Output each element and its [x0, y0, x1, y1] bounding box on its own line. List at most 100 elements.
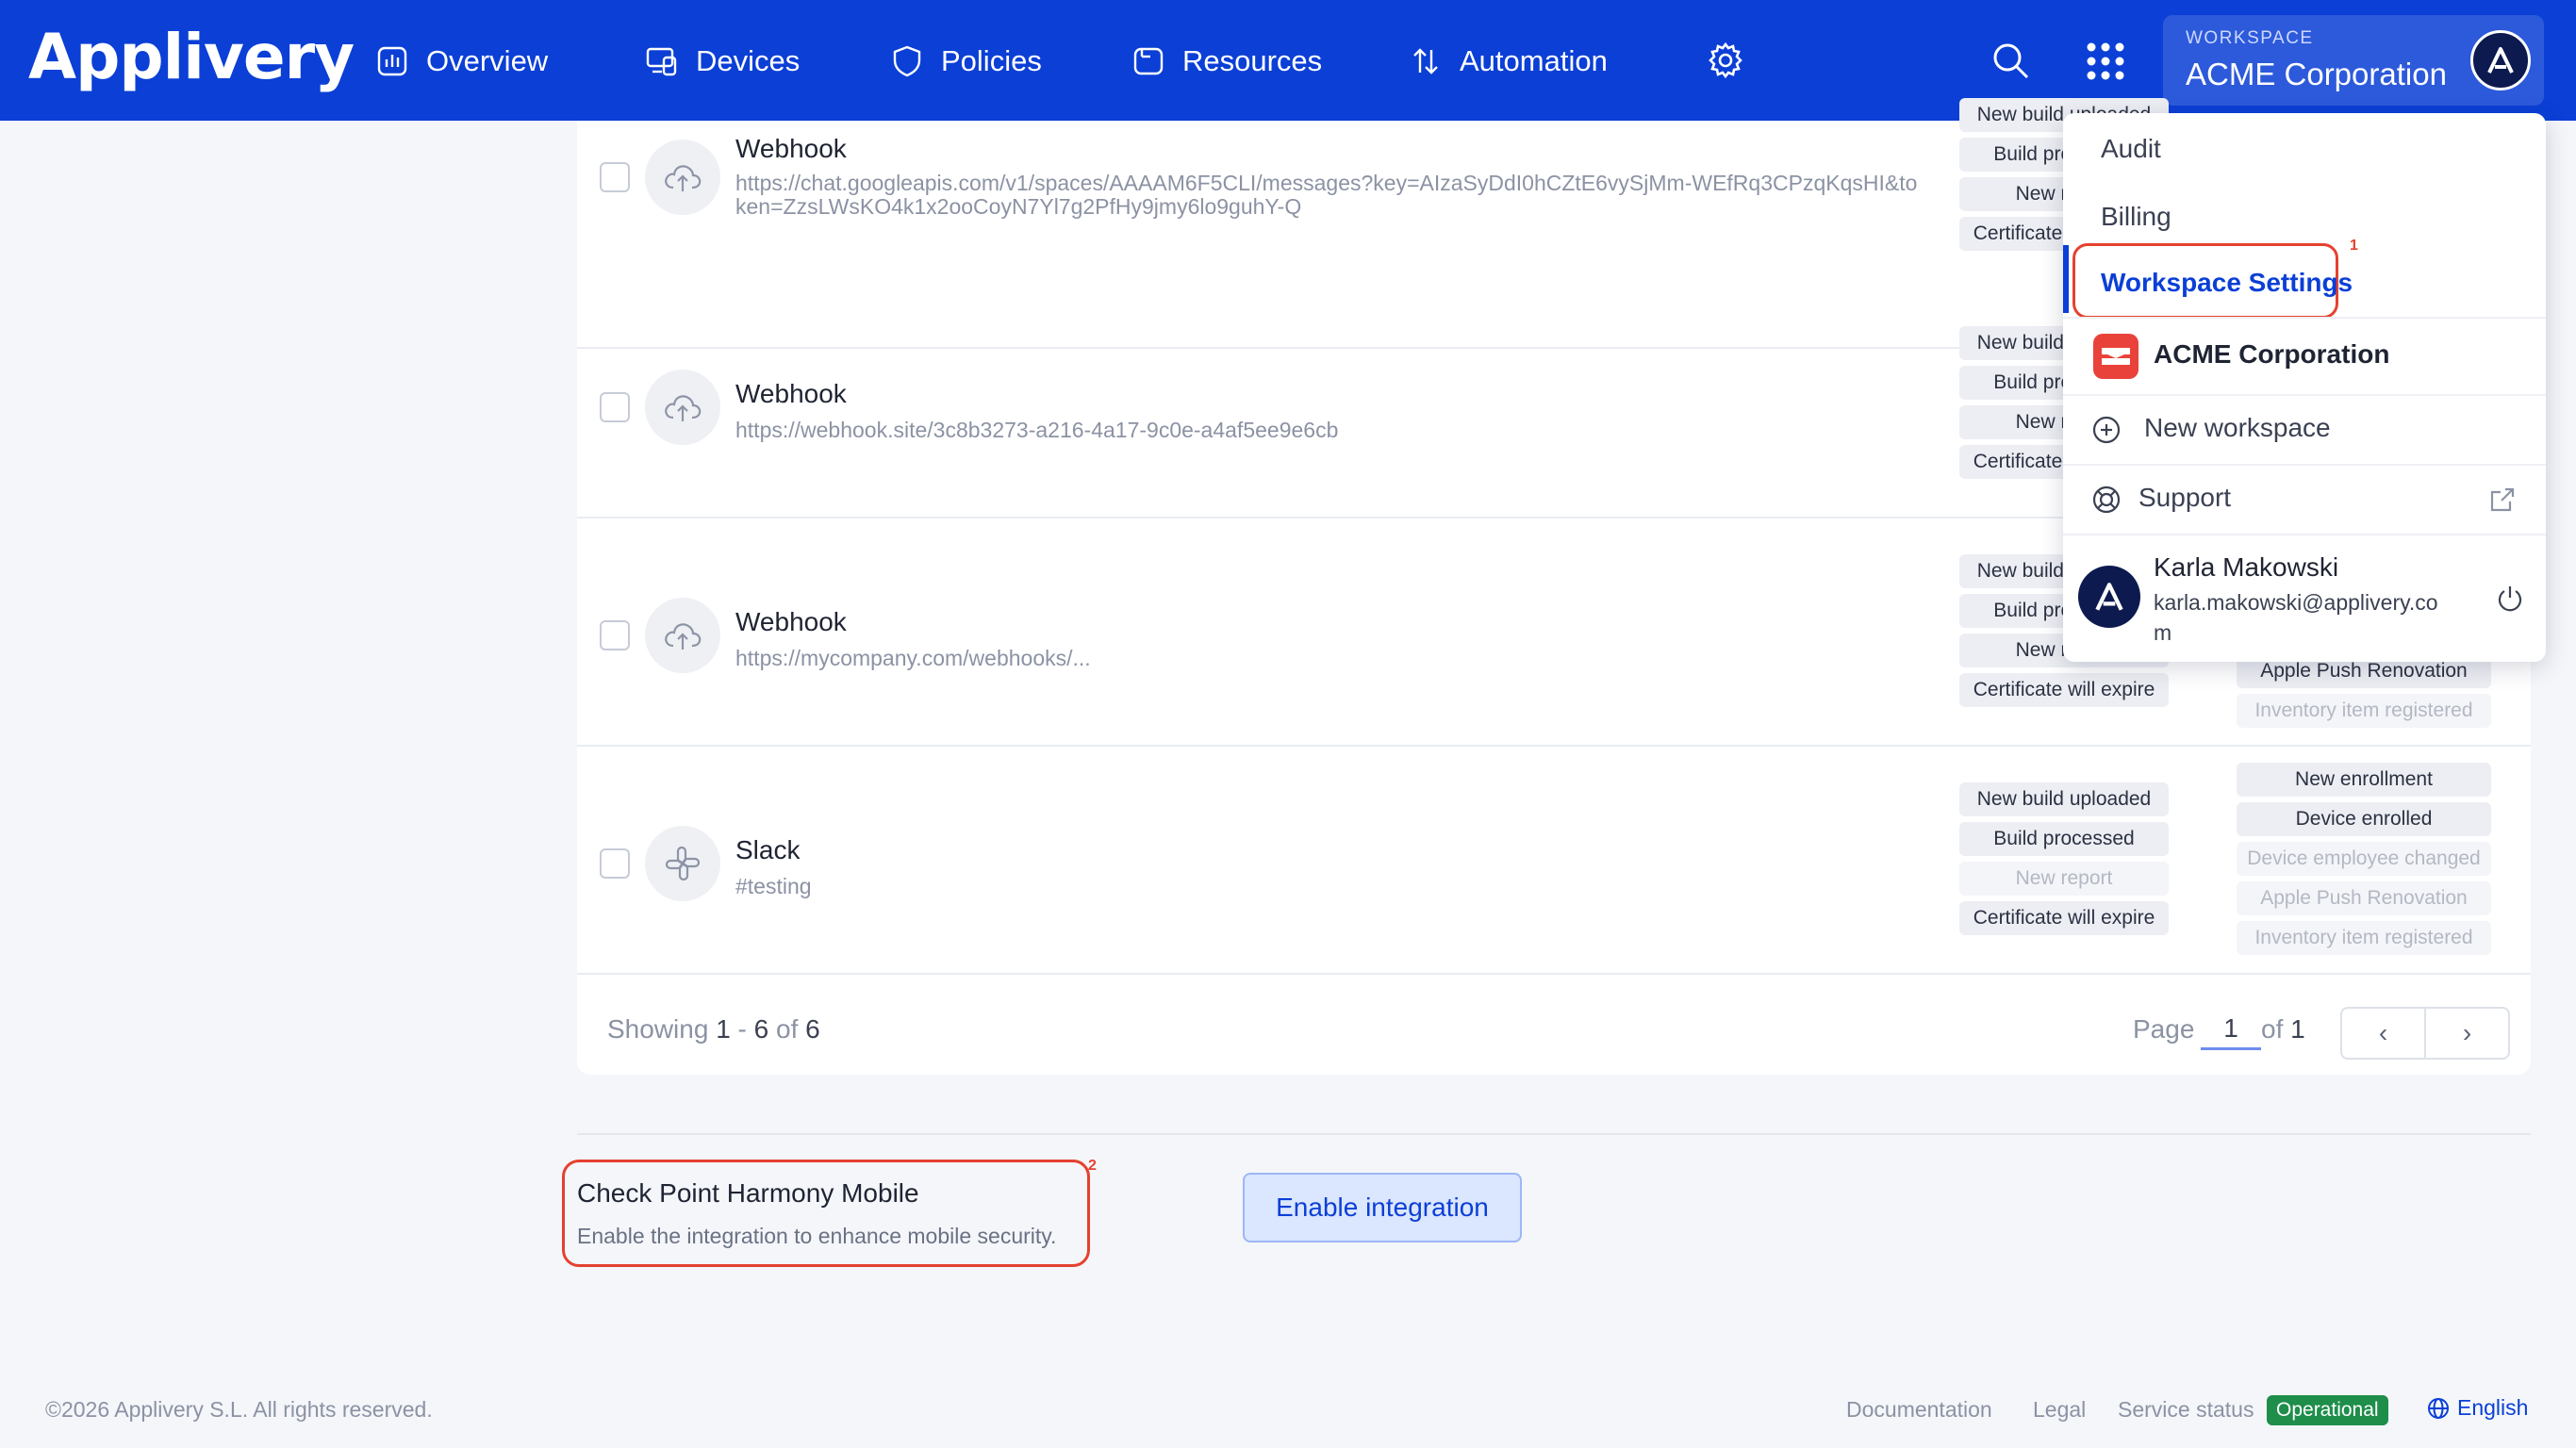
event-tag: Device enrolled [2237, 802, 2491, 836]
range-separator: - [730, 1014, 754, 1044]
event-tag: Inventory item registered [2237, 694, 2491, 728]
menu-item-audit[interactable]: Audit [2101, 134, 2161, 164]
section-divider [577, 1133, 2531, 1135]
page-total-value: 1 [2290, 1014, 2305, 1044]
cloud-upload-icon [665, 623, 702, 650]
applivery-logo[interactable]: Applivery [28, 21, 355, 93]
nav-resources-label: Resources [1182, 44, 1323, 77]
active-indicator [2063, 245, 2069, 313]
row-icon [645, 370, 720, 445]
page-label: Page [2133, 1014, 2195, 1044]
row-icon [645, 140, 720, 215]
footer-copyright: ©2026 Applivery S.L. All rights reserved… [45, 1397, 433, 1422]
search-icon[interactable] [1990, 40, 2031, 81]
integration-title: Check Point Harmony Mobile [577, 1178, 919, 1208]
event-tag: New build uploaded [1959, 782, 2169, 816]
power-logout-icon[interactable] [2495, 583, 2525, 613]
page-nav-buttons: ‹ › [2340, 1007, 2510, 1060]
nav-automation[interactable]: Automation [1409, 38, 1608, 85]
footer-legal-link[interactable]: Legal [2033, 1397, 2086, 1423]
row-subtitle: https://mycompany.com/webhooks/... [735, 646, 1091, 670]
user-email-line-1: karla.makowski@applivery.co [2154, 590, 2438, 615]
highlight-marker-2: 2 [1088, 1158, 1097, 1174]
acme-logo-icon [2102, 348, 2130, 365]
external-link-icon[interactable] [2487, 485, 2518, 515]
chart-icon [377, 46, 407, 76]
status-badge: Operational [2267, 1395, 2388, 1425]
devices-icon [646, 47, 677, 76]
menu-item-workspace-acme[interactable]: ACME Corporation [2154, 339, 2389, 370]
applivery-mark-icon [2487, 47, 2514, 74]
row-subtitle: https://chat.googleapis.com/v1/spaces/AA… [735, 171, 1918, 219]
footer-documentation-link[interactable]: Documentation [1846, 1397, 1992, 1423]
integration-description: Enable the integration to enhance mobile… [577, 1224, 1057, 1248]
globe-icon [2428, 1397, 2449, 1419]
nav-devices[interactable]: Devices [645, 38, 800, 85]
nav-resources[interactable]: Resources [1131, 38, 1322, 85]
lifebuoy-icon [2092, 485, 2121, 514]
menu-item-billing[interactable]: Billing [2101, 202, 2171, 232]
row-title: Webhook [735, 607, 847, 636]
page-of-label: of [2261, 1014, 2284, 1044]
nav-overview-label: Overview [426, 44, 549, 77]
footer-service-status-link[interactable]: Service status [2118, 1397, 2254, 1423]
of-label: of [768, 1014, 806, 1044]
highlight-box-2 [562, 1160, 1090, 1267]
showing-label: Showing [607, 1014, 709, 1044]
menu-item-new-workspace[interactable]: New workspace [2144, 413, 2331, 443]
workspace-avatar [2470, 30, 2531, 90]
menu-item-workspace-settings[interactable]: Workspace Settings [2101, 268, 2353, 298]
settings-gear-icon[interactable] [1705, 40, 1746, 81]
menu-item-support[interactable]: Support [2138, 483, 2231, 513]
automation-arrows-icon [1413, 48, 1438, 74]
applivery-mark-icon [2095, 583, 2123, 611]
cloud-upload-icon [665, 165, 702, 191]
row-icon [645, 598, 720, 673]
folder-icon [1133, 47, 1164, 75]
slack-icon [665, 846, 701, 881]
menu-divider [2063, 534, 2546, 535]
row-subtitle: https://webhook.site/3c8b3273-a216-4a17-… [735, 418, 1339, 442]
row-checkbox[interactable] [600, 620, 630, 650]
range-start: 1 [716, 1014, 731, 1044]
highlight-marker-1: 1 [2350, 238, 2358, 254]
enable-integration-button[interactable]: Enable integration [1243, 1173, 1522, 1242]
workspace-label: WORKSPACE [2186, 28, 2314, 48]
event-tag: Apple Push Renovation [2237, 881, 2491, 915]
acme-workspace-logo [2093, 334, 2138, 379]
row-checkbox[interactable] [600, 162, 630, 192]
cloud-upload-icon [665, 395, 702, 421]
event-tag: Inventory item registered [2237, 921, 2491, 955]
nav-policies-label: Policies [941, 44, 1042, 77]
event-tag: Certificate will expire [1959, 673, 2169, 707]
workspace-switcher[interactable]: WORKSPACE ACME Corporation [2163, 15, 2544, 106]
range-end: 6 [753, 1014, 769, 1044]
prev-page-chevron-icon[interactable]: ‹ [2342, 1009, 2426, 1058]
row-checkbox[interactable] [600, 392, 630, 422]
nav-devices-label: Devices [696, 44, 801, 77]
pagination-bar: Showing 1 - 6 of 6 Page 1 of 1 ‹ › [577, 980, 2531, 1075]
user-name: Karla Makowski [2154, 552, 2339, 582]
plus-circle-icon [2092, 416, 2121, 444]
top-navigation-bar: Applivery Overview Devices Policies Reso… [0, 0, 2576, 121]
user-email-line-2: m [2154, 620, 2172, 645]
row-icon [645, 826, 720, 901]
event-tag: Device employee changed [2237, 842, 2491, 876]
page-number-input[interactable]: 1 [2201, 1009, 2261, 1050]
row-title: Slack [735, 835, 801, 864]
language-label: English [2457, 1395, 2529, 1420]
nav-overview[interactable]: Overview [375, 38, 548, 85]
nav-automation-label: Automation [1460, 44, 1608, 77]
total-count: 6 [805, 1014, 820, 1044]
next-page-chevron-icon[interactable]: › [2426, 1009, 2508, 1058]
nav-policies[interactable]: Policies [890, 38, 1042, 85]
menu-divider [2063, 464, 2546, 466]
page-total: of 1 [2261, 1014, 2305, 1045]
account-dropdown-menu: Audit Billing 1 Workspace Settings ACME … [2063, 113, 2546, 662]
event-tag: New enrollment [2237, 763, 2491, 797]
language-selector[interactable]: English [2427, 1395, 2528, 1421]
apps-grid-icon[interactable] [2086, 41, 2125, 81]
event-tag: Certificate will expire [1959, 901, 2169, 935]
row-checkbox[interactable] [600, 848, 630, 879]
menu-divider [2063, 394, 2546, 396]
